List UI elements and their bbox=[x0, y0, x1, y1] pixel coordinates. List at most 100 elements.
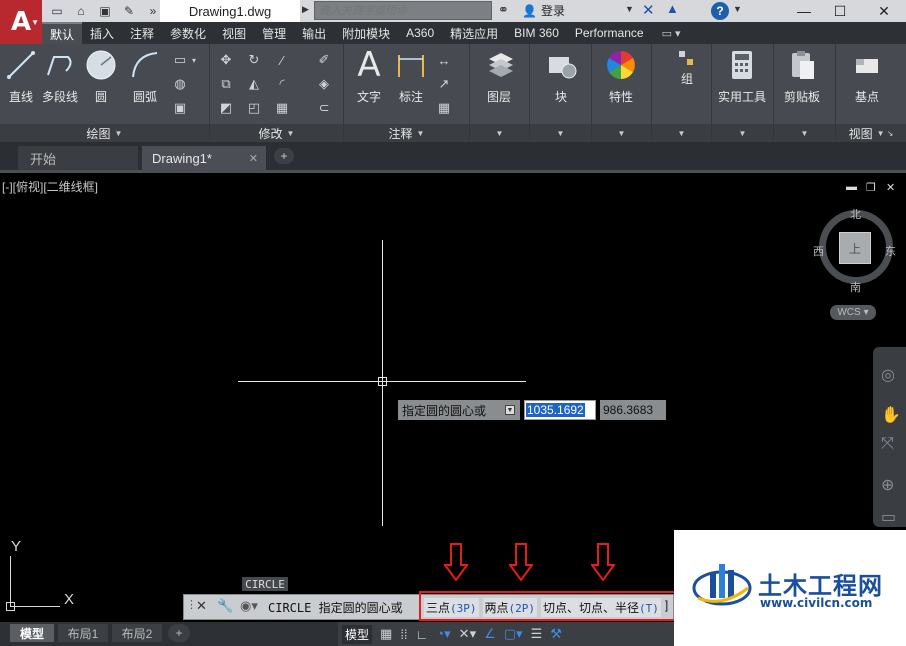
command-customize-icon[interactable]: 🔧 bbox=[217, 598, 233, 614]
compass-south[interactable]: 南 bbox=[850, 279, 861, 295]
draw-more-caret-icon[interactable]: ▾ bbox=[192, 56, 196, 65]
object-snap-icon[interactable]: ▢▾ bbox=[504, 626, 523, 642]
erase-icon[interactable]: ✐ bbox=[314, 50, 334, 70]
model-space-button[interactable]: 模型 bbox=[342, 624, 373, 644]
utilities-panel-footer[interactable]: ▼ bbox=[712, 124, 773, 142]
layers-panel-footer[interactable]: ▼ bbox=[470, 124, 529, 142]
compass-north[interactable]: 北 bbox=[850, 206, 861, 222]
base-view-tool[interactable]: 基点 bbox=[850, 48, 884, 105]
help-caret-icon[interactable]: ▼ bbox=[733, 4, 742, 14]
tab-default[interactable]: 默认 bbox=[42, 22, 83, 44]
application-menu-button[interactable]: A ▼ bbox=[0, 0, 42, 44]
properties-panel-footer[interactable]: ▼ bbox=[592, 124, 651, 142]
view-panel-footer[interactable]: 视图 ▼ ↘ bbox=[836, 124, 906, 142]
open-file-icon[interactable]: ⌂ bbox=[70, 2, 92, 20]
copy-icon[interactable]: ⧉ bbox=[216, 74, 236, 94]
text-tool[interactable]: A 文字 bbox=[352, 45, 386, 105]
tab-drawing1[interactable]: Drawing1* ✕ bbox=[142, 146, 266, 170]
offset-icon[interactable]: ⊂ bbox=[314, 98, 334, 118]
array-icon[interactable]: ▦ bbox=[272, 98, 292, 118]
tab-bim360[interactable]: BIM 360 bbox=[506, 22, 567, 44]
exchange-icon[interactable]: ✕ bbox=[642, 1, 655, 19]
utilities-tool[interactable]: 实用工具 bbox=[718, 48, 766, 105]
maximize-icon[interactable]: ☐ bbox=[822, 0, 858, 22]
showmotion-icon[interactable]: ▭ bbox=[881, 507, 896, 527]
ribbon-options-icon[interactable]: ▭ ▾ bbox=[662, 27, 681, 40]
tab-model[interactable]: 模型 bbox=[10, 624, 54, 642]
line-tool[interactable]: 直线 bbox=[4, 48, 38, 105]
circle-tool[interactable]: 圆 bbox=[84, 48, 118, 105]
tab-insert[interactable]: 插入 bbox=[82, 22, 122, 44]
annotation-scale-icon[interactable]: ⚒ bbox=[550, 626, 562, 642]
fillet-icon[interactable]: ◜ bbox=[272, 74, 292, 94]
boundary-icon[interactable]: ▣ bbox=[170, 98, 190, 118]
clipboard-tool[interactable]: 剪贴板 bbox=[784, 48, 820, 105]
binoculars-icon[interactable]: ⚭ bbox=[498, 2, 509, 18]
tab-featured-apps[interactable]: 精选应用 bbox=[442, 22, 506, 44]
compass-west[interactable]: 西 bbox=[813, 243, 824, 259]
viewcube-face[interactable]: 上 bbox=[839, 232, 871, 264]
title-expand-icon[interactable]: ▶ bbox=[302, 4, 309, 15]
tab-manage[interactable]: 管理 bbox=[254, 22, 294, 44]
layers-tool[interactable]: 图层 bbox=[482, 48, 516, 105]
mirror-icon[interactable]: ◭ bbox=[244, 74, 264, 94]
draw-panel-footer[interactable]: 绘图 ▼ bbox=[0, 124, 209, 142]
block-panel-footer[interactable]: ▼ bbox=[530, 124, 591, 142]
dimension-tool[interactable]: 标注 bbox=[394, 48, 428, 105]
snap-icon[interactable]: ⁞⁞ bbox=[400, 627, 407, 642]
steering-wheel-icon[interactable]: ◎ bbox=[881, 365, 895, 385]
command-recent-icon[interactable]: ◉▾ bbox=[240, 598, 258, 614]
polar-icon[interactable]: ◔▾ bbox=[436, 626, 450, 642]
polyline-tool[interactable]: 多段线 bbox=[42, 48, 78, 105]
tab-addins[interactable]: 附加模块 bbox=[334, 22, 398, 44]
new-tab-icon[interactable]: + bbox=[274, 148, 294, 164]
add-layout-icon[interactable]: + bbox=[168, 624, 190, 642]
save-icon[interactable]: ▣ bbox=[94, 2, 116, 20]
tab-parametric[interactable]: 参数化 bbox=[162, 22, 214, 44]
group-panel-footer[interactable]: ▼ bbox=[652, 124, 711, 142]
save-as-icon[interactable]: ✎ bbox=[118, 2, 140, 20]
search-input[interactable] bbox=[314, 1, 492, 20]
modify-panel-footer[interactable]: 修改 ▼ bbox=[210, 124, 343, 142]
command-close-icon[interactable]: ✕ bbox=[196, 598, 207, 614]
minimize-icon[interactable]: — bbox=[786, 0, 822, 22]
wcs-menu[interactable]: WCS ▾ bbox=[830, 305, 876, 320]
tab-layout2[interactable]: 布局2 bbox=[112, 624, 162, 642]
login-caret-icon[interactable]: ▼ bbox=[625, 4, 634, 14]
move-icon[interactable]: ✥ bbox=[216, 50, 236, 70]
group-tool[interactable]: 组 bbox=[670, 48, 704, 87]
lineweight-icon[interactable]: ☰ bbox=[531, 626, 543, 642]
grid-icon[interactable]: ▦ bbox=[380, 626, 392, 642]
close-icon[interactable]: ✕ bbox=[866, 0, 902, 22]
stretch-icon[interactable]: ◩ bbox=[216, 98, 236, 118]
object-snap-tracking-icon[interactable]: ∠ bbox=[484, 626, 496, 642]
properties-tool[interactable]: 特性 bbox=[604, 48, 638, 105]
annotation-panel-footer[interactable]: 注释 ▼ bbox=[344, 124, 469, 142]
tab-performance[interactable]: Performance bbox=[567, 22, 652, 44]
isodraft-icon[interactable]: ✕▾ bbox=[459, 626, 476, 642]
dynamic-input-x[interactable]: 1035.1692 bbox=[524, 400, 596, 420]
close-tab-icon[interactable]: ✕ bbox=[249, 152, 258, 165]
linear-dim-icon[interactable]: ↔ bbox=[434, 50, 454, 70]
table-icon[interactable]: ▦ bbox=[434, 98, 454, 118]
tab-start[interactable]: 开始 bbox=[18, 146, 138, 170]
tab-output[interactable]: 输出 bbox=[294, 22, 334, 44]
new-file-icon[interactable]: ▭ bbox=[46, 2, 68, 20]
dynamic-options-icon[interactable]: ▼ bbox=[505, 405, 515, 415]
zoom-icon[interactable]: ⤧ bbox=[881, 435, 894, 453]
tab-view[interactable]: 视图 bbox=[214, 22, 254, 44]
help-icon[interactable]: ? bbox=[711, 2, 729, 20]
arc-tool[interactable]: 圆弧 bbox=[128, 48, 162, 105]
ortho-icon[interactable]: ∟ bbox=[416, 627, 429, 642]
login-button[interactable]: 👤 登录 bbox=[522, 2, 565, 19]
scale-icon[interactable]: ◰ bbox=[244, 98, 264, 118]
rectangle-icon[interactable]: ▭ bbox=[170, 50, 190, 70]
hatch-icon[interactable]: ◍ bbox=[170, 74, 190, 94]
trim-icon[interactable]: ⁄ bbox=[272, 50, 292, 70]
clipboard-panel-footer[interactable]: ▼ bbox=[774, 124, 835, 142]
a360-icon[interactable]: ▲ bbox=[666, 1, 679, 16]
dynamic-input-y[interactable]: 986.3683 bbox=[600, 400, 666, 420]
explode-icon[interactable]: ◈ bbox=[314, 74, 334, 94]
tab-a360[interactable]: A360 bbox=[398, 22, 442, 44]
tab-layout1[interactable]: 布局1 bbox=[58, 624, 108, 642]
